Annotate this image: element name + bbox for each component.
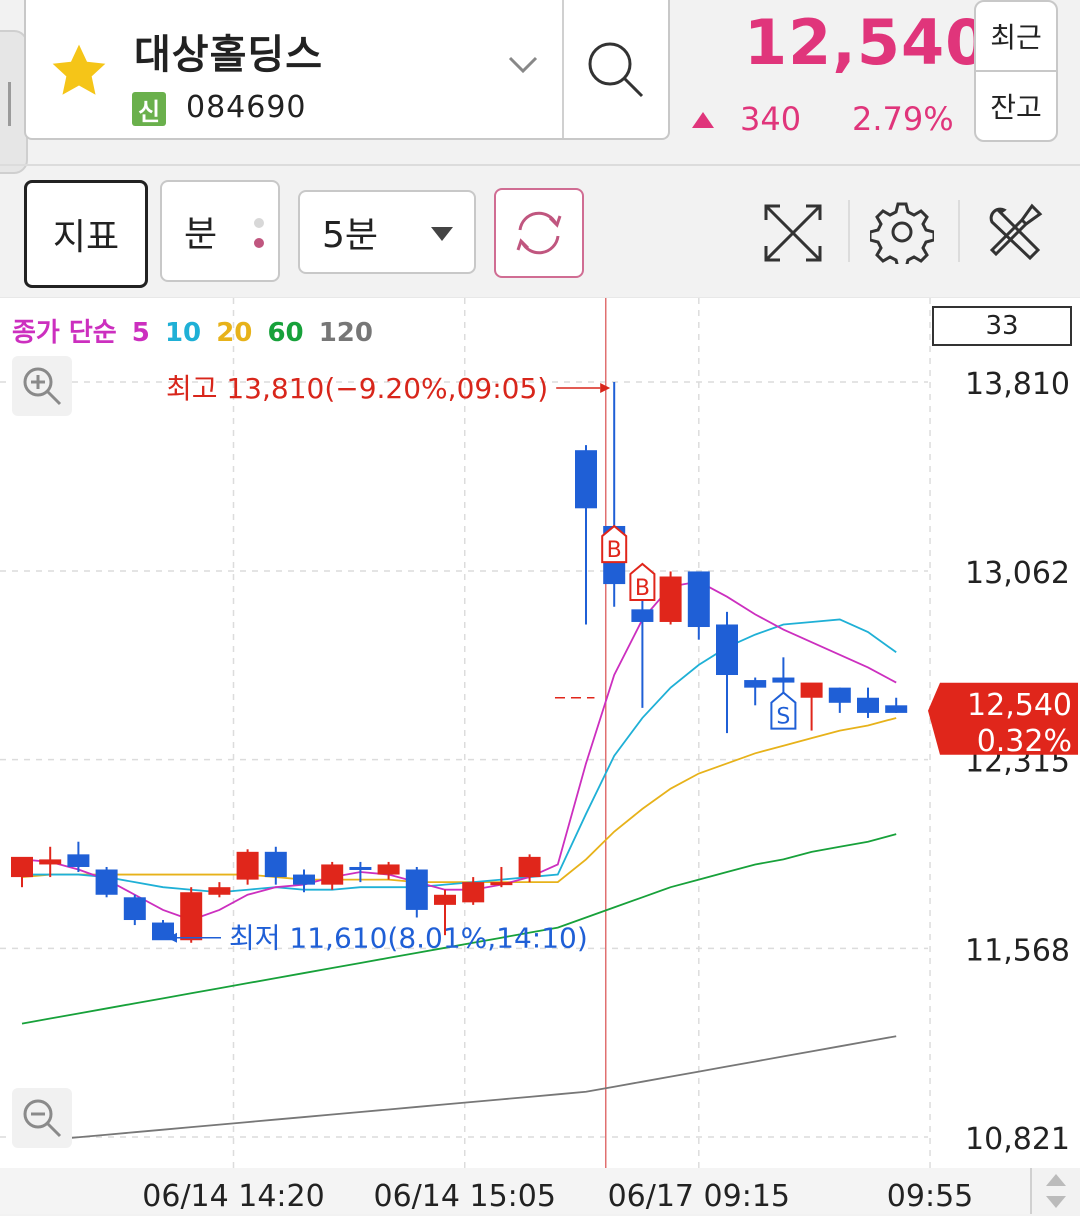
- candle-body: [631, 609, 654, 622]
- candle-body: [828, 687, 851, 703]
- x-tick-label: 06/17 09:15: [608, 1179, 790, 1214]
- ma20-line: [21, 717, 897, 884]
- zoom-in-icon: [23, 367, 62, 406]
- candle-body: [744, 680, 767, 688]
- candle-body: [293, 874, 315, 885]
- legend-ma-10: 10: [164, 318, 202, 348]
- ma10-line: [22, 618, 897, 894]
- candle-body: [716, 624, 738, 676]
- x-tick-label: 09:55: [887, 1179, 973, 1214]
- candle-body: [180, 892, 203, 941]
- y-tick-label: 10,821: [965, 1122, 1070, 1157]
- candle-body: [264, 851, 287, 878]
- candle-body: [772, 677, 795, 683]
- candle-body: [95, 869, 118, 895]
- candle-body: [857, 697, 879, 713]
- low-annotation: 최저 11,610(8.01%,14:10): [229, 922, 588, 955]
- candle-body: [349, 866, 372, 870]
- ma120-line: [21, 1035, 897, 1144]
- candle-body: [405, 869, 428, 910]
- legend-ma-20: 20: [216, 318, 253, 348]
- candle-body: [67, 854, 90, 867]
- candle-body: [11, 856, 33, 878]
- candle-body: [123, 897, 146, 921]
- candle-body: [490, 882, 513, 886]
- legend-ma-label: 종가 단순: [12, 318, 117, 348]
- candle-body: [377, 864, 400, 875]
- y-tick-label: 13,062: [965, 556, 1070, 591]
- scroll-updown-button[interactable]: [1030, 1168, 1080, 1214]
- y-tick-label: 11,568: [965, 933, 1070, 968]
- candle-count-box[interactable]: 33: [932, 306, 1072, 346]
- high-annotation: 최고 13,810(−9.20%,09:05): [166, 372, 548, 405]
- candle-body: [687, 571, 710, 628]
- current-price-label: 12,540: [967, 688, 1072, 723]
- legend-ma-120: 120: [318, 318, 373, 348]
- zoom-out-button[interactable]: [12, 1088, 72, 1148]
- signal-label: S: [776, 705, 790, 730]
- x-tick-label: 06/14 14:20: [142, 1179, 324, 1214]
- candle-body: [236, 851, 259, 880]
- signal-label: B: [607, 538, 622, 563]
- y-tick-label: 13,810: [965, 367, 1070, 402]
- candle-body: [659, 576, 682, 622]
- zoom-in-button[interactable]: [12, 356, 72, 416]
- candle-body: [518, 856, 541, 878]
- legend-ma-60: 60: [267, 318, 304, 348]
- candle-body: [208, 887, 231, 895]
- candle-body: [321, 864, 344, 885]
- zoom-out-icon: [23, 1099, 62, 1138]
- ma-legend: 종가 단순 5 10 20 60 120: [12, 312, 379, 349]
- candle-body: [800, 682, 823, 698]
- legend-ma-5: 5: [131, 318, 150, 348]
- updown-arrows-icon: [1046, 1174, 1066, 1208]
- candle-body: [885, 705, 908, 713]
- candle-body: [39, 859, 62, 865]
- candle-body: [434, 894, 456, 905]
- candle-body: [462, 882, 485, 903]
- current-pct-label: 0.32%: [977, 724, 1072, 759]
- candle-body: [575, 450, 597, 509]
- x-tick-label: 06/14 15:05: [374, 1179, 556, 1214]
- candlestick-chart: BB S 최고 13,810(−9.20%,09:05) 최저 11,610(8.01…: [0, 298, 1078, 1214]
- signal-label: B: [635, 576, 650, 601]
